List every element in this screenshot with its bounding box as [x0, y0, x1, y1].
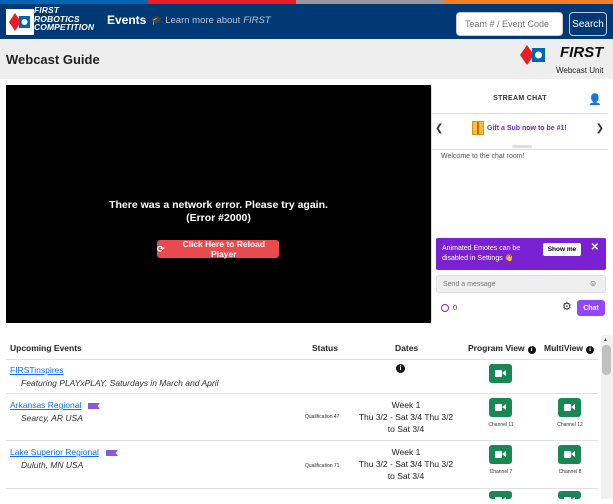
- chat-message-input[interactable]: [436, 275, 606, 293]
- learn-label: Learn more about: [165, 15, 241, 26]
- program-channel-label: Channel 7: [489, 469, 513, 475]
- reload-label: Click Here to Reload Player: [182, 239, 266, 259]
- emote-picker-icon[interactable]: ☺: [589, 279, 597, 288]
- video-player[interactable]: There was a network error. Please try ag…: [6, 85, 431, 323]
- channel-points-value: 0: [453, 303, 458, 312]
- table-row: Lake Superior Regional Duluth, MN USA Qu…: [6, 440, 598, 489]
- emote-icon: 👋: [504, 255, 514, 262]
- nav-learn-link[interactable]: 🎓 Learn more about FIRST: [151, 15, 271, 26]
- refresh-icon: ⟳: [157, 243, 165, 254]
- program-channel-label: Channel 11: [488, 422, 514, 428]
- scroll-up-icon[interactable]: ▲: [603, 337, 608, 343]
- carousel-indicator: [512, 145, 532, 148]
- table-row: FIRSTinspires Featuring PLAYxPLAY, Satur…: [6, 359, 598, 394]
- event-link[interactable]: Lake Superior Regional: [10, 447, 99, 457]
- gear-icon[interactable]: ⚙: [562, 300, 572, 313]
- gift-sub-banner: ❮ Gift a Sub now to be #1! ❯: [432, 115, 608, 145]
- page-title: Webcast Guide: [6, 52, 100, 67]
- webcast-logo-text: FIRST: [560, 44, 604, 61]
- event-link[interactable]: Arkansas Regional: [10, 400, 81, 410]
- table-header-row: Upcoming Events Status Dates Program Vie…: [6, 335, 598, 360]
- nav-events-link[interactable]: Events: [107, 13, 146, 27]
- show-me-button[interactable]: Show me: [543, 243, 581, 256]
- event-status: Qualification 47: [305, 414, 340, 420]
- chevron-left-icon[interactable]: ❮: [435, 123, 443, 134]
- webcast-logo-sub: Webcast Unit: [556, 66, 604, 75]
- program-view-button[interactable]: [489, 364, 512, 383]
- gift-sub-link[interactable]: Gift a Sub now to be #1!: [472, 121, 567, 135]
- event-dates: Week 1 Thu 3/2 - Sat 3/4 Thu 3/2 to Sat …: [358, 400, 454, 434]
- header-upcoming-events: Upcoming Events: [10, 343, 82, 353]
- search-button[interactable]: Search: [569, 12, 607, 36]
- chat-send-button[interactable]: Chat: [577, 300, 605, 316]
- event-link[interactable]: FIRSTinspires: [10, 365, 64, 375]
- frc-brand-text: FIRST ROBOTICS COMPETITION: [34, 5, 95, 32]
- table-row: Arkansas Regional Searcy, AR USA Qualifi…: [6, 393, 598, 441]
- event-status: Qualification 71: [305, 463, 340, 469]
- learn-brand: FIRST: [243, 15, 271, 26]
- flag-icon: [88, 403, 100, 409]
- chevron-right-icon[interactable]: ❯: [596, 123, 604, 134]
- event-location: Searcy, AR USA: [21, 413, 83, 423]
- program-view-button[interactable]: [489, 491, 512, 504]
- emote-notice: Animated Emotes can be disabled in Setti…: [436, 238, 606, 270]
- gift-icon: [472, 121, 484, 135]
- chat-title: STREAM CHAT: [493, 95, 547, 102]
- multiview-channel-label: Channel 8: [558, 469, 582, 475]
- chat-users-icon[interactable]: 👤: [588, 93, 602, 106]
- stream-chat-panel: STREAM CHAT 👤 ❮ Gift a Sub now to be #1!…: [431, 85, 608, 323]
- graduation-cap-icon: 🎓: [151, 15, 163, 25]
- channel-points-icon: [441, 303, 449, 312]
- header-program-view: Program View i: [468, 343, 536, 354]
- multiview-button[interactable]: [558, 491, 581, 504]
- gift-label: Gift a Sub now to be #1!: [487, 124, 567, 132]
- header-multiview: MultiView i: [544, 343, 595, 354]
- channel-points[interactable]: 0: [441, 303, 457, 312]
- info-icon[interactable]: i: [586, 346, 595, 354]
- event-location: Duluth, MN USA: [21, 460, 84, 470]
- multiview-button[interactable]: [558, 398, 581, 417]
- event-subtitle: Featuring PLAYxPLAY, Saturdays in March …: [21, 378, 219, 388]
- info-icon[interactable]: i: [396, 364, 405, 373]
- multiview-button[interactable]: [558, 445, 581, 464]
- reload-player-button[interactable]: ⟳ Click Here to Reload Player: [157, 239, 279, 259]
- divider: [432, 149, 608, 150]
- event-dates: Week 1 Thu 3/2 - Sat 3/4 Thu 3/2 to Sat …: [358, 447, 454, 481]
- program-view-button[interactable]: [489, 398, 512, 417]
- emote-notice-text: Animated Emotes can be disabled in Setti…: [442, 245, 521, 262]
- player-error-message: There was a network error. Please try ag…: [109, 199, 328, 224]
- info-icon[interactable]: i: [527, 346, 536, 354]
- chat-welcome-message: Welcome to the chat room!: [441, 153, 525, 160]
- flag-icon: [106, 450, 118, 456]
- multiview-channel-label: Channel 12: [557, 422, 583, 428]
- divider: [432, 113, 608, 114]
- navbar: FIRST ROBOTICS COMPETITION Events 🎓 Lear…: [0, 4, 613, 39]
- header-status: Status: [312, 343, 338, 353]
- header-dates: Dates: [395, 343, 419, 353]
- search-input[interactable]: [456, 12, 563, 36]
- close-icon[interactable]: ✕: [591, 242, 599, 253]
- scrollbar-thumb[interactable]: [602, 345, 611, 375]
- program-view-button[interactable]: [489, 445, 512, 464]
